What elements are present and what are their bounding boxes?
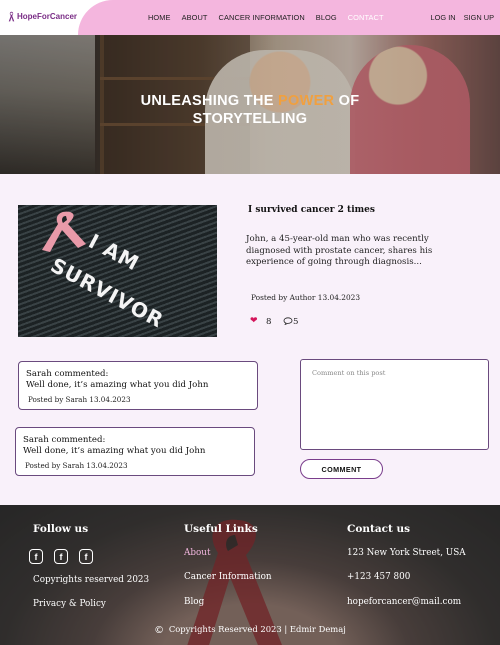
comment-submit-button[interactable]: COMMENT <box>300 459 383 479</box>
nav-link-home[interactable]: HOME <box>148 13 171 22</box>
footer-link-cancer-information[interactable]: Cancer Information <box>184 572 272 582</box>
footer-address: 123 New York Street, USA <box>347 548 466 558</box>
likes-count: 8 <box>266 317 272 327</box>
post-title[interactable]: I survived cancer 2 times <box>248 205 375 215</box>
main-nav: HOME ABOUT CANCER INFORMATION BLOG CONTA… <box>148 13 395 22</box>
comment-text: Well done, it’s amazing what you did Joh… <box>26 380 209 390</box>
speech-bubble-icon[interactable] <box>283 317 293 325</box>
footer-link-about[interactable]: About <box>184 548 210 558</box>
comments-count: 5 <box>293 317 299 327</box>
facebook-icon[interactable]: f <box>79 549 93 564</box>
footer-privacy-link[interactable]: Privacy & Policy <box>33 599 106 609</box>
footer-bottom-text: Copyrights Reserved 2023 | Edmir Demaj <box>168 624 346 634</box>
ribbon-icon <box>8 11 15 22</box>
auth-links: LOG IN SIGN UP <box>431 13 494 22</box>
heart-icon[interactable]: ❤ <box>250 316 258 326</box>
comment-meta: Posted by Sarah 13.04.2023 <box>28 395 131 404</box>
copyright-icon: © <box>154 625 165 636</box>
comment-card: Sarah commented: Well done, it’s amazing… <box>18 361 258 410</box>
hero-title: UNLEASHING THE POWER OF STORYTELLING <box>0 92 500 128</box>
comment-author: Sarah commented: <box>23 435 106 445</box>
login-link[interactable]: LOG IN <box>431 13 456 22</box>
footer-copyright-short: Copyrights reserved 2023 <box>33 575 150 585</box>
facebook-icon[interactable]: f <box>29 549 43 564</box>
post-image-text-line1: I AM <box>84 229 144 276</box>
hero-title-part1: UNLEASHING THE <box>140 93 279 109</box>
footer: Follow us f f f Copyrights reserved 2023… <box>0 505 500 645</box>
footer-link-blog[interactable]: Blog <box>184 597 204 607</box>
social-icons: f f f <box>29 549 93 564</box>
comment-card: Sarah commented: Well done, it’s amazing… <box>15 427 255 476</box>
comment-text: Well done, it’s amazing what you did Joh… <box>23 446 206 456</box>
comment-meta: Posted by Sarah 13.04.2023 <box>25 461 128 470</box>
comment-placeholder: Comment on this post <box>312 369 386 377</box>
footer-follow-heading: Follow us <box>33 523 89 535</box>
hero-title-part2: OF <box>334 93 360 109</box>
pink-ribbon-icon <box>42 211 86 252</box>
nav-link-cancer-information[interactable]: CANCER INFORMATION <box>219 13 305 22</box>
hero-title-line2: STORYTELLING <box>192 111 308 127</box>
post-meta: Posted by Author 13.04.2023 <box>251 293 361 302</box>
footer-links-heading: Useful Links <box>184 523 258 535</box>
brand-name: HopeForCancer <box>17 12 78 21</box>
navbar: HopeForCancer HOME ABOUT CANCER INFORMAT… <box>0 0 500 35</box>
nav-link-blog[interactable]: BLOG <box>316 13 337 22</box>
nav-link-about[interactable]: ABOUT <box>182 13 208 22</box>
post-excerpt: John, a 45-year-old man who was recently… <box>246 234 433 267</box>
footer-contact-heading: Contact us <box>347 523 411 535</box>
signup-link[interactable]: SIGN UP <box>464 13 494 22</box>
comment-textarea[interactable]: Comment on this post <box>300 359 489 450</box>
facebook-icon[interactable]: f <box>54 549 68 564</box>
hero-title-accent: POWER <box>278 93 335 109</box>
nav-link-contact[interactable]: CONTACT <box>348 13 384 22</box>
footer-bottom-bar: © Copyrights Reserved 2023 | Edmir Demaj <box>0 624 500 636</box>
footer-phone[interactable]: +123 457 800 <box>347 572 410 582</box>
comment-author: Sarah commented: <box>26 369 109 379</box>
post-image[interactable]: I AM SURVIVOR <box>18 205 217 337</box>
post-image-text-line2: SURVIVOR <box>46 253 168 333</box>
hero-banner: UNLEASHING THE POWER OF STORYTELLING <box>0 35 500 174</box>
brand-logo[interactable]: HopeForCancer <box>8 11 77 22</box>
footer-email[interactable]: hopeforcancer@mail.com <box>347 597 461 607</box>
